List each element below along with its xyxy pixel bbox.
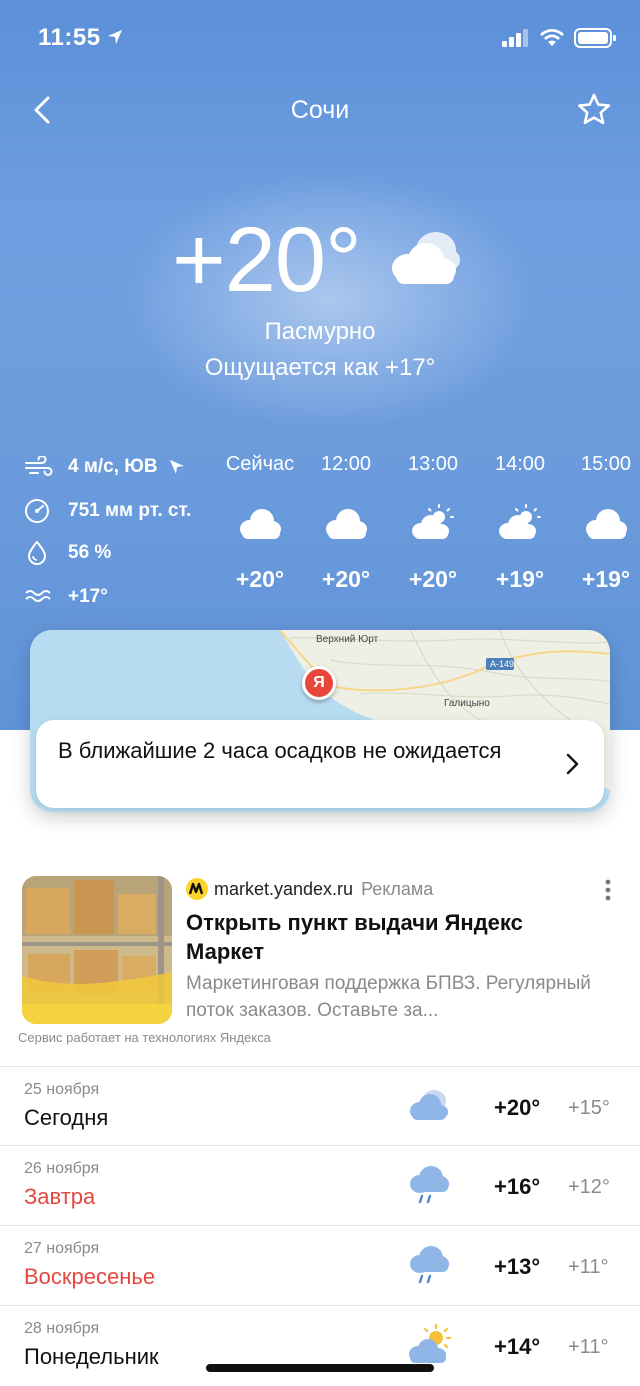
status-indicators [502, 28, 616, 48]
hour-item: 14:00 +19° [470, 450, 570, 593]
rain-icon [410, 1166, 449, 1204]
hour-temp: +20° [235, 566, 285, 592]
pressure-row: 751 мм рт. ст. [24, 496, 191, 526]
location-arrow-icon [108, 30, 122, 44]
battery-icon [574, 28, 616, 48]
city-title: Сочи [290, 96, 350, 124]
day-low: +11° [568, 1336, 609, 1358]
hour-item: 15:00 +19° [556, 450, 640, 593]
day-date: 28 ноября [24, 1320, 100, 1337]
cloud-icon [586, 509, 627, 539]
hour-item: 12:00 +20° [296, 450, 396, 593]
hour-label: Сейчас [225, 453, 295, 475]
cloud-icon [410, 1090, 448, 1120]
partly-cloudy-icon [409, 1324, 452, 1363]
day-name: Воскресенье [24, 1264, 156, 1289]
day-date: 25 ноября [24, 1081, 100, 1098]
ad-block[interactable]: market.yandex.ru Реклама Открыть пункт в… [0, 872, 640, 1052]
cloud-icon [326, 509, 367, 539]
day-row[interactable]: 26 ноября Завтра +16° +12° [0, 1146, 640, 1226]
day-row[interactable]: 25 ноября Сегодня +20° +15° [0, 1066, 640, 1146]
location-pin: Я [302, 666, 336, 700]
hour-label: 12:00 [320, 453, 372, 475]
pressure-gauge-icon [25, 499, 49, 523]
rain-icon [410, 1246, 449, 1284]
day-date: 27 ноября [24, 1240, 100, 1257]
day-high: +14° [494, 1334, 541, 1359]
ad-source[interactable]: market.yandex.ru Реклама [186, 878, 433, 900]
water-waves-icon [25, 590, 51, 602]
humidity-row: 56 % [24, 538, 111, 568]
overcast-cloud-icon [392, 232, 460, 284]
ad-description: Маркетинговая поддержка БПВЗ. Регулярный… [186, 973, 591, 1021]
warehouse-boxes-image [22, 876, 172, 1024]
favorite-star-icon[interactable] [574, 90, 614, 130]
partly-cloudy-icon [499, 504, 541, 539]
current-condition: Пасмурно [264, 318, 376, 345]
feels-like: Ощущается как +17° [204, 354, 436, 381]
day-low: +15° [568, 1097, 610, 1119]
pressure-value: 751 мм рт. ст. [68, 500, 192, 521]
hour-item: 13:00 +20° [383, 450, 483, 593]
home-indicator [206, 1364, 434, 1372]
status-time: 11:55 [38, 24, 101, 51]
more-options-icon[interactable] [604, 878, 612, 902]
hour-temp: +19° [495, 566, 545, 592]
day-name: Завтра [24, 1184, 96, 1209]
wind-value: 4 м/с, ЮВ [68, 456, 158, 477]
day-high: +20° [494, 1095, 541, 1120]
ad-mark: Реклама [361, 878, 434, 899]
map-label-village: Верхний Юрт [316, 634, 379, 645]
ad-service-note: Сервис работает на технологиях Яндекса [18, 1030, 271, 1045]
cloud-icon [240, 509, 281, 539]
wind-direction-icon [169, 460, 184, 474]
hour-label: 14:00 [494, 453, 546, 475]
water-temperature: +17° [68, 586, 108, 607]
wind-row: 4 м/с, ЮВ [24, 452, 186, 482]
cellular-signal-icon [502, 29, 528, 47]
humidity-value: 56 % [68, 542, 112, 563]
hour-temp: +20° [321, 566, 371, 592]
precipitation-banner[interactable]: В ближайшие 2 часа осадков не ожидается [36, 720, 604, 808]
wind-icon [25, 456, 53, 476]
day-date: 26 ноября [24, 1160, 100, 1177]
status-bar: 11:55 [0, 0, 640, 76]
nav-bar: Сочи [0, 86, 640, 134]
wifi-icon [540, 29, 564, 46]
day-row[interactable]: 27 ноября Воскресенье +13° +11° [0, 1226, 640, 1306]
chevron-right-icon [566, 753, 579, 775]
hour-temp: +19° [581, 566, 631, 592]
current-temperature: +20° [172, 209, 362, 311]
ad-source-domain: market.yandex.ru [214, 878, 354, 899]
market-logo-icon [186, 878, 208, 900]
map-label-town: Галицыно [444, 698, 490, 709]
day-low: +11° [568, 1256, 609, 1278]
ad-title[interactable]: Открыть пункт выдачи Яндекс Маркет [186, 908, 606, 966]
hour-label: 15:00 [580, 453, 632, 475]
hour-temp: +20° [408, 566, 458, 592]
day-name: Сегодня [24, 1105, 109, 1130]
partly-cloudy-icon [412, 504, 454, 539]
humidity-drop-icon [27, 540, 47, 565]
day-name: Понедельник [24, 1344, 159, 1369]
hour-item: Сейчас +20° [210, 450, 310, 593]
day-low: +12° [568, 1176, 610, 1198]
day-high: +16° [494, 1174, 541, 1199]
water-row: +17° [24, 582, 108, 612]
hourly-forecast[interactable]: Сейчас +20° 12:00 +20° 13:00 +20° 14:00 … [210, 450, 640, 620]
day-row[interactable]: 28 ноября Понедельник +14° +11° [0, 1306, 640, 1386]
hour-label: 13:00 [407, 453, 459, 475]
day-high: +13° [494, 1254, 541, 1279]
precipitation-text: В ближайшие 2 часа осадков не ожидается [58, 738, 502, 763]
ad-image[interactable] [22, 876, 172, 1024]
map-label-road: A-149 [490, 659, 515, 669]
